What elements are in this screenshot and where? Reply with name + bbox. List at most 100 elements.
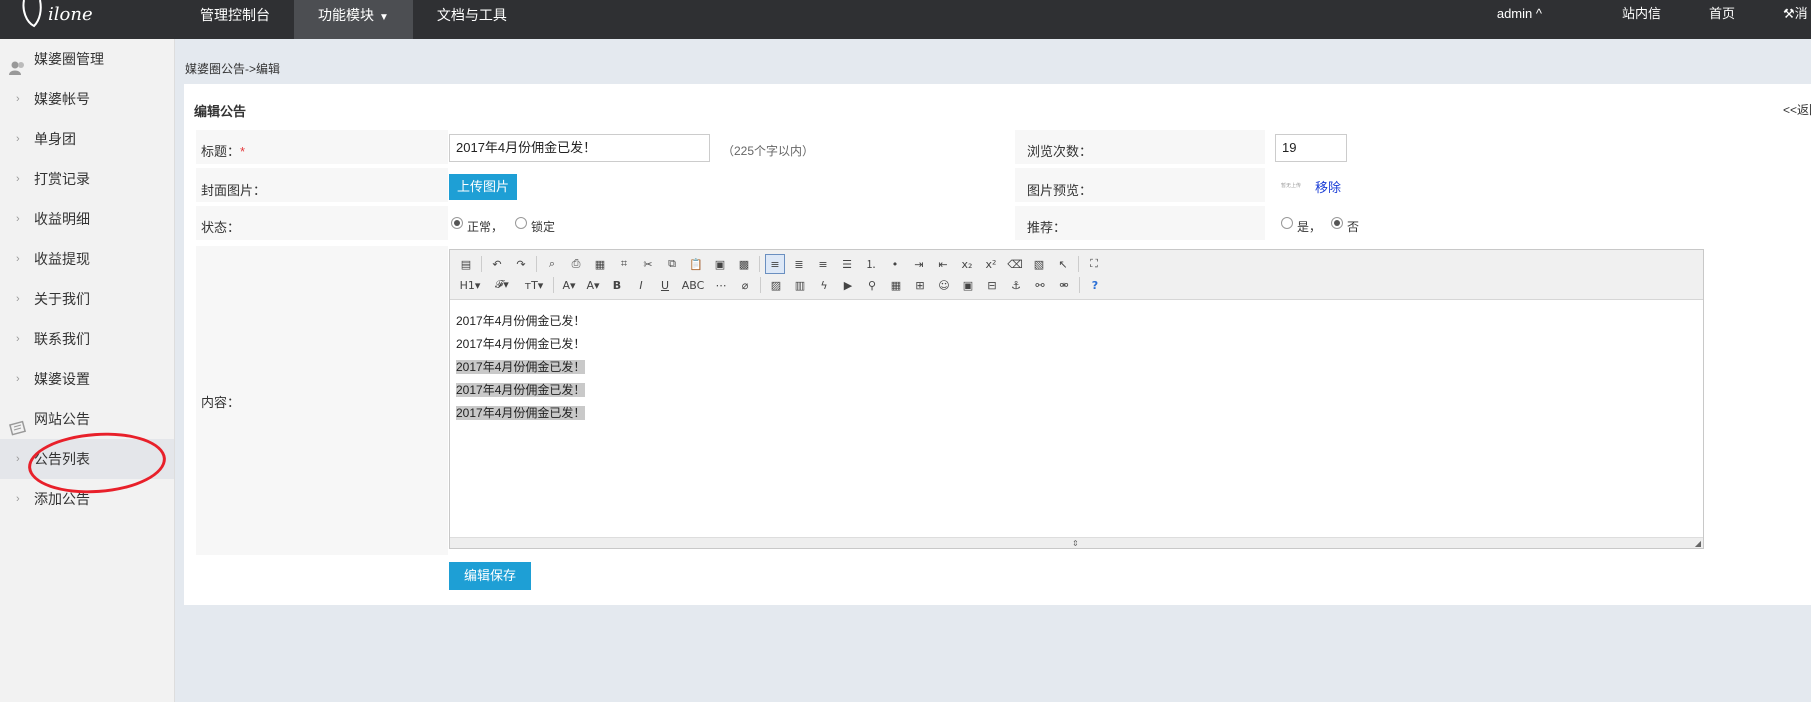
unlink-icon[interactable]: ⚮	[1054, 275, 1074, 295]
fullscreen-icon[interactable]: ⛶	[1084, 254, 1104, 274]
sidebar-item-singles[interactable]: › 单身团	[0, 119, 174, 159]
hr-icon[interactable]: ⋯	[711, 275, 731, 295]
flash-icon[interactable]: ϟ	[814, 275, 834, 295]
status-normal-radio[interactable]	[451, 217, 463, 229]
paste-word-icon[interactable]: ▩	[734, 254, 754, 274]
code-icon[interactable]: ⌗	[614, 254, 634, 274]
toolbar-text-button[interactable]: A▾	[583, 275, 603, 295]
toolbar-text-button[interactable]: B	[607, 275, 627, 295]
media-icon[interactable]: ▶	[838, 275, 858, 295]
toolbar-text-button[interactable]: U	[655, 275, 675, 295]
insert-row-icon[interactable]: ⊞	[910, 275, 930, 295]
source-icon[interactable]: ▤	[456, 254, 476, 274]
anchor-icon[interactable]: ⚓	[1006, 275, 1026, 295]
select-all-icon[interactable]: ▧	[1029, 254, 1049, 274]
title-input[interactable]: 2017年4月份佣金已发！	[449, 134, 710, 162]
chevron-right-icon: ›	[16, 493, 20, 505]
toolbar-text-button[interactable]: 𝓕▾	[488, 275, 516, 295]
ordered-list-icon[interactable]: ⒈	[861, 254, 881, 274]
upload-image-button[interactable]: 上传图片	[449, 174, 518, 200]
eraser-icon[interactable]: ⌀	[735, 275, 755, 295]
align-left-icon[interactable]: ≡	[765, 254, 785, 274]
extra-link[interactable]: ⚒消	[1775, 0, 1811, 39]
recommend-no-radio[interactable]	[1331, 217, 1343, 229]
save-button[interactable]: 编辑保存	[449, 562, 532, 590]
sidebar-item-notice-list[interactable]: › 公告列表	[0, 439, 174, 479]
link-icon[interactable]: ⚯	[1030, 275, 1050, 295]
chevron-right-icon: ›	[16, 93, 20, 105]
preview-icon[interactable]: ⌕	[542, 254, 562, 274]
align-justify-icon[interactable]: ☰	[837, 254, 857, 274]
outdent-icon[interactable]: ⇤	[933, 254, 953, 274]
sidebar-item-about[interactable]: › 关于我们	[0, 279, 174, 319]
toolbar-separator	[481, 256, 482, 272]
sidebar-item-withdraw[interactable]: › 收益提现	[0, 239, 174, 279]
toolbar-text-button[interactable]: A▾	[559, 275, 579, 295]
nav-modules[interactable]: 功能模块 ▼	[294, 0, 413, 39]
sidebar-group-notices[interactable]: 网站公告	[0, 399, 174, 439]
undo-icon[interactable]: ↶	[487, 254, 507, 274]
redo-icon[interactable]: ↷	[511, 254, 531, 274]
table-icon[interactable]: ▦	[886, 275, 906, 295]
subscript-icon[interactable]: x₂	[957, 254, 977, 274]
nav-console[interactable]: 管理控制台	[176, 0, 294, 39]
sidebar-item-label: 添加公告	[34, 491, 90, 507]
sidebar-group-label: 网站公告	[34, 411, 90, 427]
paste-text-icon[interactable]: ▣	[710, 254, 730, 274]
status-locked-radio[interactable]	[515, 217, 527, 229]
sidebar-item-label: 收益提现	[34, 251, 90, 267]
print-icon[interactable]: ⎙	[566, 254, 586, 274]
user-menu[interactable]: admin ^	[1473, 0, 1598, 39]
superscript-icon[interactable]: x²	[981, 254, 1001, 274]
paste-icon[interactable]: 📋	[686, 254, 706, 274]
sidebar-item-settings[interactable]: › 媒婆设置	[0, 359, 174, 399]
sidebar-item-income[interactable]: › 收益明细	[0, 199, 174, 239]
toolbar-text-button[interactable]: ABC	[679, 275, 707, 295]
sidebar-item-accounts[interactable]: › 媒婆帐号	[0, 79, 174, 119]
content-line: 2017年4月份佣金已发！	[456, 379, 1697, 402]
back-link[interactable]: <<返回	[1783, 101, 1811, 118]
content-line: 2017年4月份佣金已发！	[456, 333, 1697, 356]
cut-icon[interactable]: ✂	[638, 254, 658, 274]
svg-text:ilone: ilone	[48, 4, 93, 25]
editor-toolbar: ▤ ↶ ↷ ⌕ ⎙ ▦ ⌗ ✂ ⧉ 📋 ▣ ▩ ≡ ≣ ≡ ☰ ⒈ • ⇥ ⇤ x₂ x² ⌫ ▧ ↖ ⛶ H1▾ 𝓕▾ тT▾ A▾ A…	[450, 250, 1703, 300]
home-link[interactable]: 首页	[1685, 0, 1775, 39]
pointer-icon[interactable]: ↖	[1053, 254, 1073, 274]
emoticon-icon[interactable]: ☺	[934, 275, 954, 295]
sidebar-item-label: 公告列表	[34, 451, 90, 467]
messages-link[interactable]: 站内信	[1598, 0, 1685, 39]
indent-icon[interactable]: ⇥	[909, 254, 929, 274]
recommend-yes-label: 是，	[1297, 220, 1322, 234]
status-locked-label: 锁定	[531, 220, 556, 234]
sidebar-item-add-notice[interactable]: › 添加公告	[0, 479, 174, 519]
align-center-icon[interactable]: ≣	[789, 254, 809, 274]
help-icon[interactable]: ?	[1085, 275, 1105, 295]
gallery-icon[interactable]: ▣	[958, 275, 978, 295]
remove-image-link[interactable]: 移除	[1315, 177, 1341, 196]
unordered-list-icon[interactable]: •	[885, 254, 905, 274]
image-icon[interactable]: ▨	[766, 275, 786, 295]
align-right-icon[interactable]: ≡	[813, 254, 833, 274]
views-input[interactable]: 19	[1275, 134, 1347, 162]
brand-logo[interactable]: ilone	[18, 0, 118, 39]
copy-icon[interactable]: ⧉	[662, 254, 682, 274]
content-line-text: 2017年4月份佣金已发！	[456, 314, 586, 328]
multi-image-icon[interactable]: ▥	[790, 275, 810, 295]
toolbar-text-button[interactable]: H1▾	[456, 275, 484, 295]
sidebar-item-label: 媒婆设置	[34, 371, 90, 387]
clear-format-icon[interactable]: ⌫	[1005, 254, 1025, 274]
toolbar-text-button[interactable]: I	[631, 275, 651, 295]
nav-docs-tools[interactable]: 文档与工具	[413, 0, 531, 39]
sidebar-item-tips[interactable]: › 打赏记录	[0, 159, 174, 199]
toolbar-text-button[interactable]: тT▾	[520, 275, 548, 295]
template-icon[interactable]: ▦	[590, 254, 610, 274]
sidebar-group-matchmaker[interactable]: 媒婆圈管理	[0, 39, 174, 79]
editor-resize-bar[interactable]: ⇕ ◢	[450, 537, 1703, 548]
attach-icon[interactable]: ⚲	[862, 275, 882, 295]
editor-content[interactable]: 2017年4月份佣金已发！ 2017年4月份佣金已发！ 2017年4月份佣金已发！ 2…	[450, 300, 1703, 435]
sidebar-item-contact[interactable]: › 联系我们	[0, 319, 174, 359]
chevron-right-icon: ›	[16, 213, 20, 225]
breadcrumb: 媒婆圈公告->编辑	[185, 62, 281, 76]
recommend-yes-radio[interactable]	[1281, 217, 1293, 229]
pagebreak-icon[interactable]: ⊟	[982, 275, 1002, 295]
